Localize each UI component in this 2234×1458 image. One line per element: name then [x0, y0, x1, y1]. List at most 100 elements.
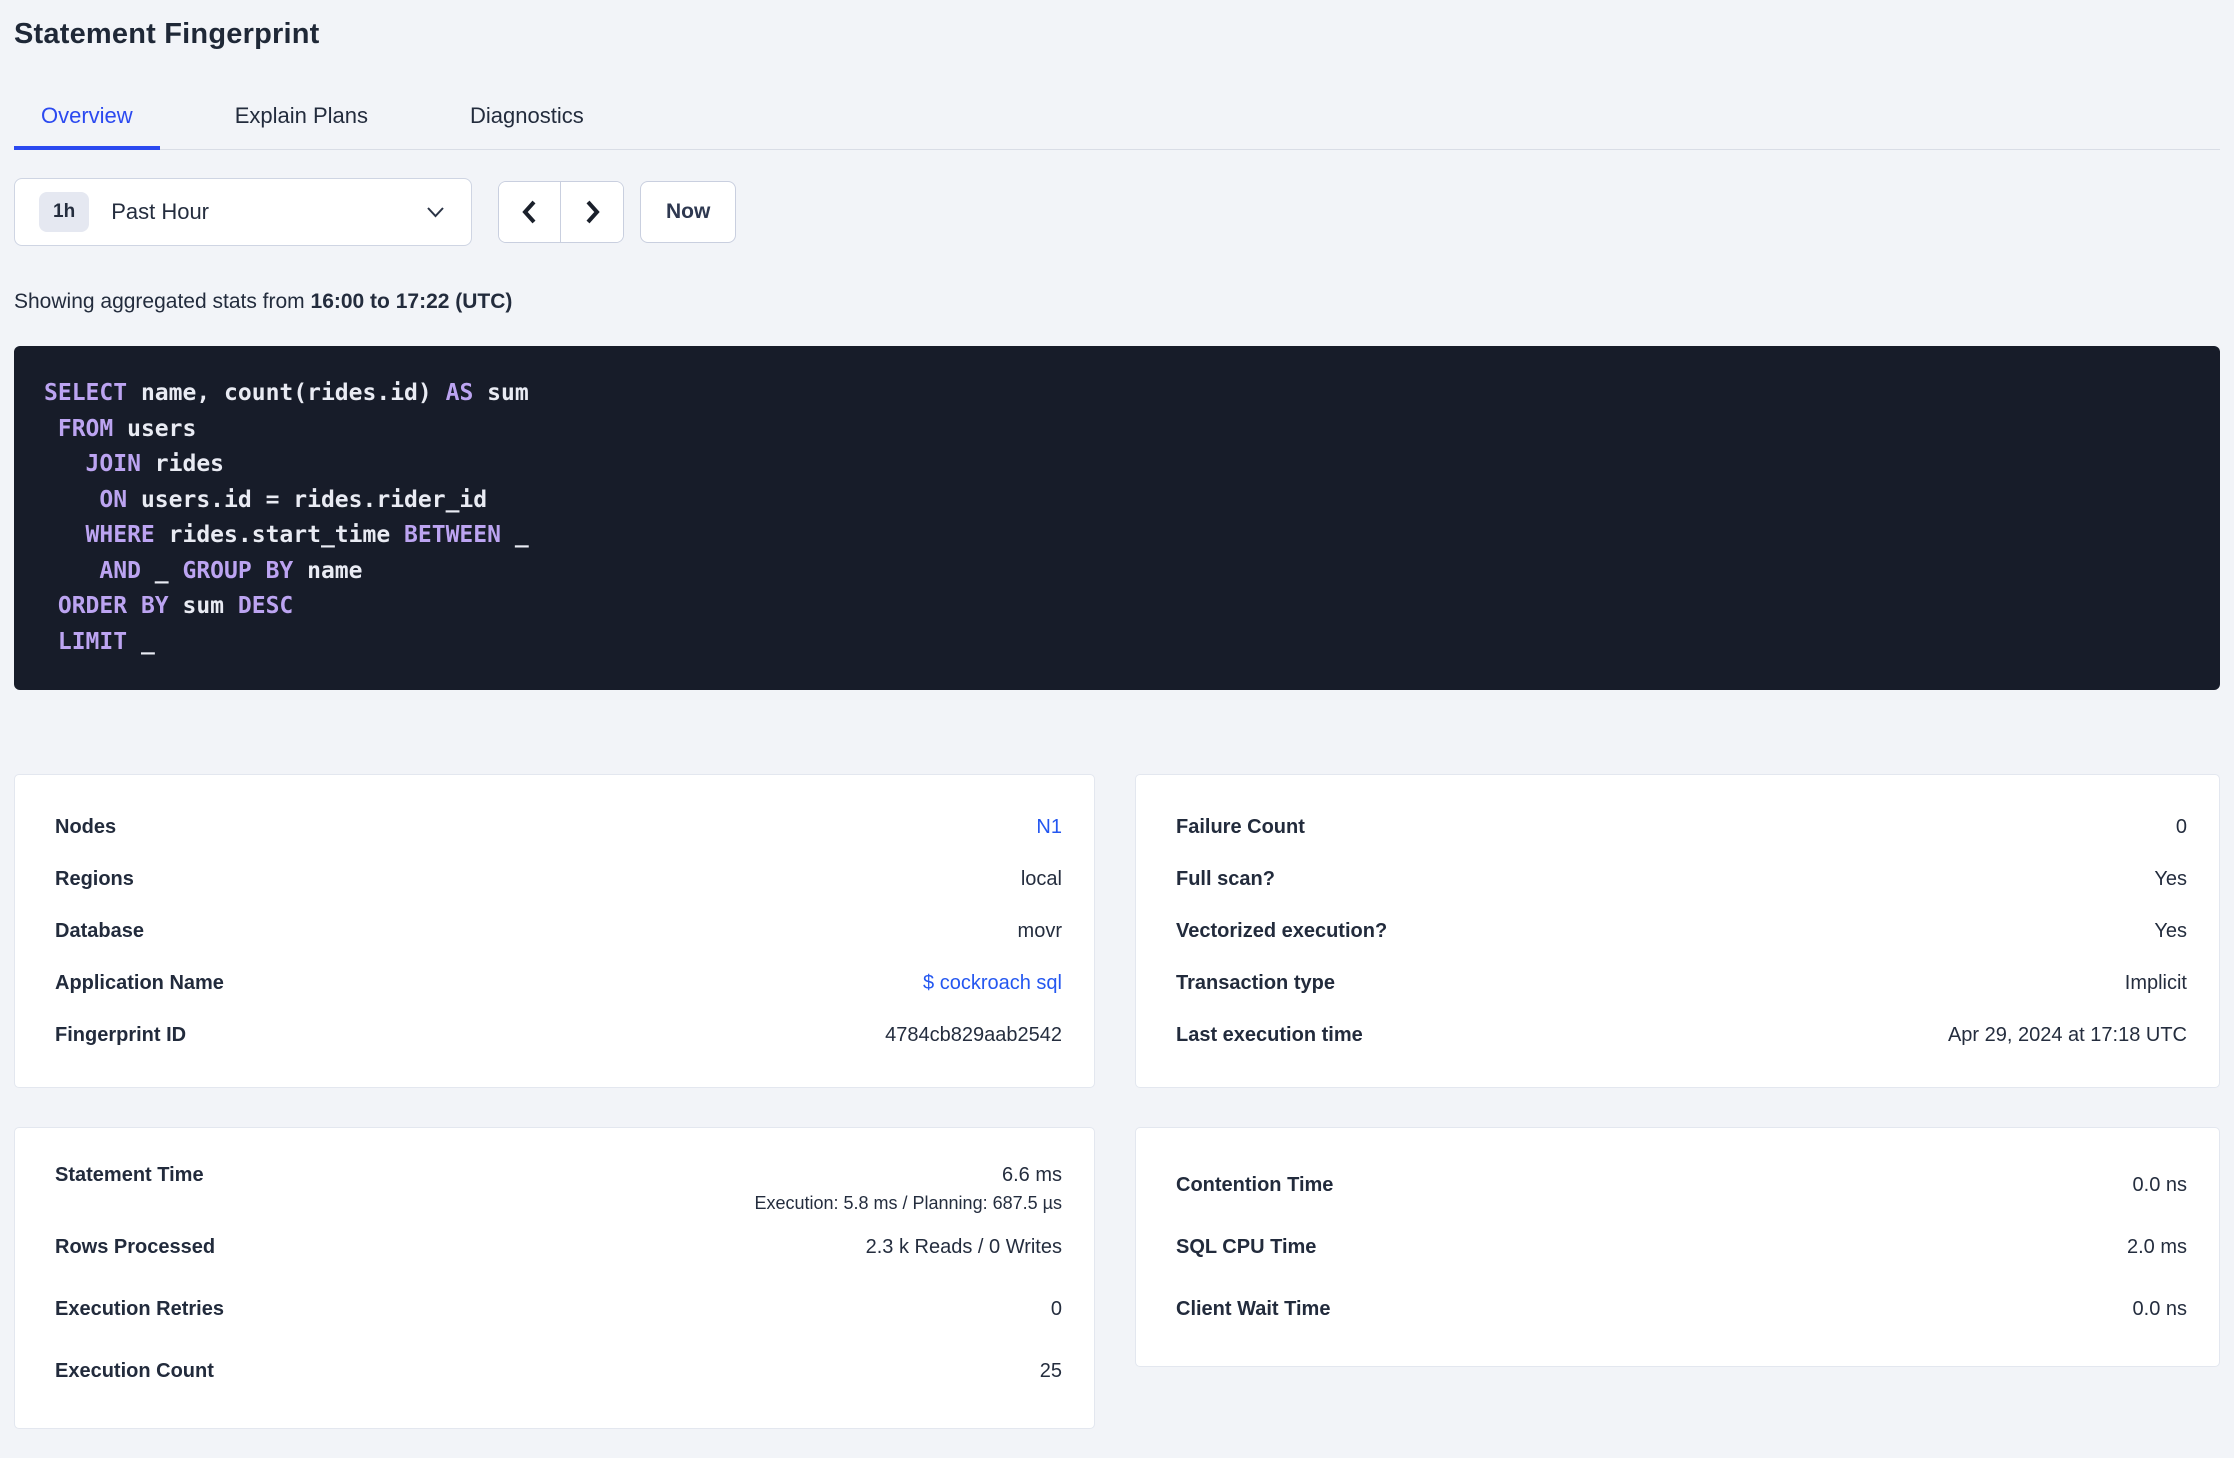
stat-value-block-application-name: $ cockroach sql: [923, 972, 1062, 995]
tab-bar: Overview Explain Plans Diagnostics: [14, 103, 2220, 150]
sql-statement-box: SELECT name, count(rides.id) AS sum FROM…: [14, 346, 2220, 690]
stat-value-block-last-execution-time: Apr 29, 2024 at 17:18 UTC: [1948, 1024, 2187, 1047]
stat-label-fingerprint-id: Fingerprint ID: [55, 1023, 187, 1046]
time-range-dropdown[interactable]: 1h Past Hour: [14, 178, 472, 246]
stat-label-statement-time: Statement Time: [55, 1164, 204, 1186]
stat-value-sql-cpu-time: 2.0 ms: [2126, 1235, 2187, 1258]
execution-attributes-card: Failure Count 0 Full scan? Yes Vectorized ex…: [1135, 774, 2220, 1088]
stat-label-application-name: Application Name: [55, 971, 224, 994]
time-nav-group: [498, 181, 624, 243]
sql-line: WHERE rides.start_time BETWEEN _: [44, 518, 2190, 554]
stat-value-block-client-wait-time: 0.0 ns: [2133, 1298, 2187, 1321]
statement-fingerprint-page: Statement Fingerprint Overview Explain Pl…: [0, 18, 2234, 1429]
stat-label-vectorized-execution: Vectorized execution?: [1176, 919, 1388, 942]
statement-details-card: Nodes N1 Regions local Database movr Applicati…: [14, 774, 1095, 1088]
stat-row-transaction-type: Transaction type Implicit: [1176, 957, 2187, 1009]
sql-text: rides: [140, 451, 225, 477]
sql-text: users.id = rides.rider_id: [127, 486, 488, 513]
aggregation-stats-text: Showing aggregated stats from 16:00 to 1…: [14, 288, 2220, 316]
tab-diagnostics[interactable]: Diagnostics: [443, 103, 611, 150]
sql-line: ON users.id = rides.rider_id: [44, 483, 2190, 519]
stat-value-block-contention-time: 0.0 ns: [2133, 1174, 2187, 1197]
sql-text: _: [500, 522, 529, 548]
stat-value-failure-count: 0: [2175, 815, 2187, 838]
stat-value-statement-time: 6.6 ms: [1001, 1164, 1062, 1186]
stat-value-block-nodes: N1: [1036, 816, 1062, 839]
stats-cards-grid: Nodes N1 Regions local Database movr Applicati…: [14, 774, 2220, 1429]
stat-value-block-database: movr: [1018, 920, 1062, 943]
next-time-button[interactable]: [561, 182, 623, 242]
stat-row-regions: Regions local: [55, 853, 1062, 905]
sql-keyword: SELECT: [44, 380, 128, 406]
chevron-right-icon: [586, 200, 600, 224]
stat-value-execution-retries: 0: [1050, 1297, 1062, 1320]
sql-keyword: ON: [99, 486, 128, 513]
stat-row-full-scan: Full scan? Yes: [1176, 853, 2187, 905]
now-button[interactable]: Now: [640, 181, 737, 243]
stat-row-fingerprint-id: Fingerprint ID 4784cb829aab2542: [55, 1009, 1062, 1061]
stat-row-vectorized-execution: Vectorized execution? Yes: [1176, 905, 2187, 957]
aggregation-stats-prefix: Showing aggregated stats from: [14, 290, 311, 313]
sql-text: sum: [473, 380, 529, 406]
sql-line: SELECT name, count(rides.id) AS sum: [44, 376, 2190, 412]
chevron-down-icon: [427, 207, 444, 218]
stat-value-block-execution-count: 25: [1040, 1360, 1062, 1383]
stat-value-block-vectorized-execution: Yes: [2154, 920, 2187, 943]
stat-label-execution-count: Execution Count: [55, 1359, 214, 1382]
stat-value-block-sql-cpu-time: 2.0 ms: [2127, 1236, 2187, 1259]
stat-row-execution-count: Execution Count 25: [55, 1340, 1062, 1402]
link-application-name[interactable]: $ cockroach sql: [923, 972, 1062, 994]
stat-row-database: Database movr: [55, 905, 1062, 957]
stat-row-sql-cpu-time: SQL CPU Time 2.0 ms: [1176, 1216, 2187, 1278]
stat-value-transaction-type: Implicit: [2124, 971, 2187, 994]
sql-keyword: DESC: [237, 593, 294, 619]
stat-label-database: Database: [55, 919, 144, 942]
time-controls: 1h Past Hour Now: [14, 178, 2220, 246]
sql-line: LIMIT _: [44, 625, 2190, 661]
prev-time-button[interactable]: [499, 182, 561, 242]
stat-row-failure-count: Failure Count 0: [1176, 801, 2187, 853]
sql-text: _: [140, 557, 183, 584]
stat-label-transaction-type: Transaction type: [1176, 971, 1335, 994]
sql-text: users: [113, 415, 197, 442]
stat-row-rows-processed: Rows Processed 2.3 k Reads / 0 Writes: [55, 1216, 1062, 1278]
tab-overview[interactable]: Overview: [14, 103, 160, 150]
stat-value-block-rows-processed: 2.3 k Reads / 0 Writes: [866, 1236, 1062, 1259]
sql-keyword: JOIN: [85, 451, 141, 477]
stat-value-block-full-scan: Yes: [2154, 868, 2187, 891]
stat-label-regions: Regions: [55, 867, 134, 890]
sql-keyword: AS: [445, 380, 474, 406]
sql-keyword: AND: [99, 557, 141, 584]
statement-times-card: Statement Time 6.6 ms Execution: 5.8 ms / …: [14, 1127, 1095, 1429]
stat-row-contention-time: Contention Time 0.0 ns: [1176, 1154, 2187, 1216]
sql-keyword: GROUP BY: [182, 557, 294, 584]
sql-line: AND _ GROUP BY name: [44, 554, 2190, 590]
stat-row-execution-retries: Execution Retries 0: [55, 1278, 1062, 1340]
sql-line: ORDER BY sum DESC: [44, 589, 2190, 625]
chevron-left-icon: [522, 200, 536, 224]
sql-text: _: [127, 628, 155, 655]
link-nodes[interactable]: N1: [1036, 816, 1062, 838]
stat-label-client-wait-time: Client Wait Time: [1176, 1297, 1331, 1320]
stat-row-last-execution-time: Last execution time Apr 29, 2024 at 17:18…: [1176, 1009, 2187, 1061]
stat-subvalue-statement-time: Execution: 5.8 ms / Planning: 687.5 µs: [754, 1193, 1062, 1213]
stat-value-execution-count: 25: [1039, 1359, 1062, 1382]
stat-value-last-execution-time: Apr 29, 2024 at 17:18 UTC: [1947, 1023, 2187, 1046]
sql-keyword: BETWEEN: [404, 522, 501, 548]
stat-value-vectorized-execution: Yes: [2154, 919, 2187, 942]
stat-value-database: movr: [1017, 919, 1062, 942]
stat-value-regions: local: [1020, 867, 1062, 890]
sql-keyword: FROM: [57, 415, 114, 442]
stat-value-block-fingerprint-id: 4784cb829aab2542: [885, 1024, 1062, 1047]
tab-explain-plans[interactable]: Explain Plans: [208, 103, 395, 150]
stat-label-execution-retries: Execution Retries: [55, 1297, 224, 1320]
stat-label-failure-count: Failure Count: [1176, 815, 1305, 838]
sql-text: name, count(rides.id): [127, 380, 446, 406]
stat-value-block-transaction-type: Implicit: [2125, 972, 2187, 995]
stat-label-contention-time: Contention Time: [1176, 1173, 1334, 1196]
stat-value-contention-time: 0.0 ns: [2132, 1173, 2187, 1196]
sql-text: name: [293, 557, 363, 584]
stat-row-client-wait-time: Client Wait Time 0.0 ns: [1176, 1278, 2187, 1340]
